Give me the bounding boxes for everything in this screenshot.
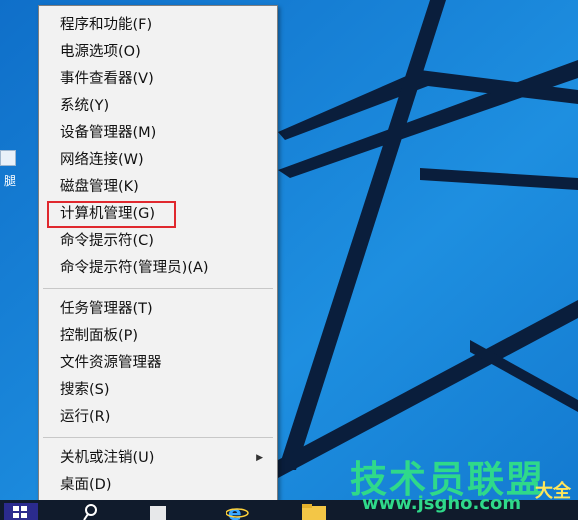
- menu-separator: [43, 437, 273, 438]
- menu-item-command-prompt-admin[interactable]: 命令提示符(管理员)(A): [39, 255, 277, 282]
- menu-item-command-prompt[interactable]: 命令提示符(C): [39, 228, 277, 255]
- menu-item-desktop[interactable]: 桌面(D): [39, 472, 277, 499]
- windows-start-icon[interactable]: [4, 503, 38, 520]
- submenu-arrow-icon: ▶: [256, 453, 263, 463]
- menu-item-search[interactable]: 搜索(S): [39, 377, 277, 404]
- file-explorer-icon[interactable]: [300, 503, 328, 520]
- task-view-icon[interactable]: [148, 503, 170, 520]
- watermark-url: www.jsgho.com: [362, 493, 522, 514]
- watermark: 技术员联盟 www.jsgho.com 大全: [350, 449, 576, 515]
- menu-item-network-connections[interactable]: 网络连接(W): [39, 147, 277, 174]
- menu-item-run[interactable]: 运行(R): [39, 404, 277, 431]
- menu-item-event-viewer[interactable]: 事件查看器(V): [39, 66, 277, 93]
- menu-item-task-manager[interactable]: 任务管理器(T): [39, 296, 277, 323]
- menu-item-system[interactable]: 系统(Y): [39, 93, 277, 120]
- menu-item-shutdown-signout[interactable]: 关机或注销(U) ▶: [39, 445, 277, 472]
- menu-item-label: 关机或注销(U): [60, 450, 155, 466]
- menu-item-device-manager[interactable]: 设备管理器(M): [39, 120, 277, 147]
- menu-item-control-panel[interactable]: 控制面板(P): [39, 323, 277, 350]
- menu-item-programs-features[interactable]: 程序和功能(F): [39, 12, 277, 39]
- winx-context-menu: 程序和功能(F) 电源选项(O) 事件查看器(V) 系统(Y) 设备管理器(M)…: [38, 5, 278, 501]
- desktop-shortcut-label: 腿: [4, 174, 17, 188]
- menu-item-disk-management[interactable]: 磁盘管理(K): [39, 174, 277, 201]
- desktop-shortcut-icon[interactable]: [0, 150, 16, 166]
- watermark-tag: 大全: [535, 481, 571, 502]
- search-icon[interactable]: [82, 503, 100, 520]
- menu-separator: [43, 288, 273, 289]
- internet-explorer-icon[interactable]: e: [226, 503, 250, 520]
- menu-item-power-options[interactable]: 电源选项(O): [39, 39, 277, 66]
- menu-item-computer-management[interactable]: 计算机管理(G): [47, 201, 176, 228]
- menu-item-file-explorer[interactable]: 文件资源管理器: [39, 350, 277, 377]
